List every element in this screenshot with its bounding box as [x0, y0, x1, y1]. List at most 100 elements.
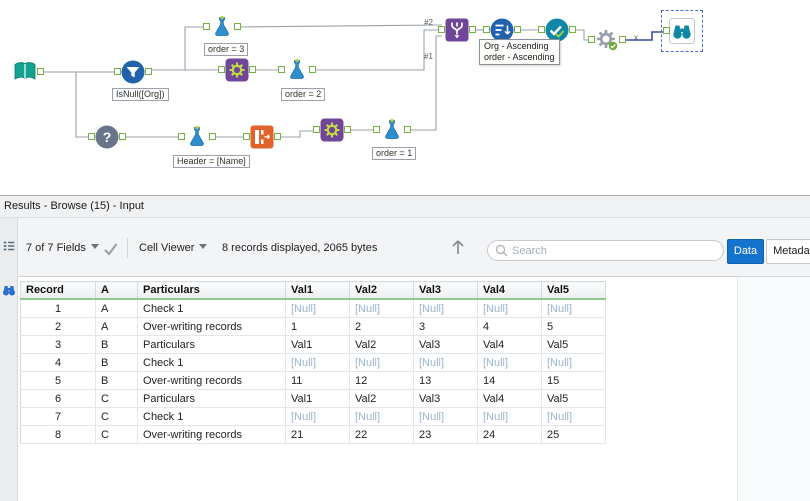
output-anchor[interactable]: [404, 126, 411, 133]
data-cell[interactable]: 22: [349, 425, 414, 444]
data-cell[interactable]: [Null]: [413, 407, 478, 426]
record-number-cell[interactable]: 1: [20, 299, 96, 318]
record-number-cell[interactable]: 6: [20, 389, 96, 408]
output-anchor[interactable]: [514, 26, 521, 33]
record-number-cell[interactable]: 4: [20, 353, 96, 372]
multi-formula-tool-1[interactable]: [218, 57, 256, 83]
data-cell[interactable]: [Null]: [477, 299, 542, 318]
workflow-canvas[interactable]: ? IsNull([Org]) order = 3 order = 2 Head…: [0, 0, 810, 195]
data-cell[interactable]: [Null]: [349, 299, 414, 318]
formula-tool-header[interactable]: [178, 124, 216, 150]
dynamic-rename-tool[interactable]: ?: [88, 124, 126, 150]
data-cell[interactable]: Val2: [349, 389, 414, 408]
output-anchor[interactable]: [209, 133, 216, 140]
cell-viewer-dropdown[interactable]: Cell Viewer: [139, 241, 208, 255]
data-cell[interactable]: [Null]: [541, 407, 606, 426]
grid-view-icon[interactable]: [2, 238, 16, 254]
output-anchor[interactable]: [569, 26, 576, 33]
column-header[interactable]: Val1: [285, 281, 350, 300]
data-cell[interactable]: B: [95, 371, 138, 390]
column-header[interactable]: A: [95, 281, 138, 300]
data-cell[interactable]: 25: [541, 425, 606, 444]
data-cell[interactable]: 13: [413, 371, 478, 390]
data-cell[interactable]: 15: [541, 371, 606, 390]
column-header[interactable]: Record: [20, 281, 96, 300]
data-cell[interactable]: Val4: [477, 335, 542, 354]
apply-check-icon[interactable]: [103, 242, 118, 256]
record-number-cell[interactable]: 7: [20, 407, 96, 426]
data-cell[interactable]: Over-writing records: [137, 371, 286, 390]
column-header[interactable]: Particulars: [137, 281, 286, 300]
output-anchor[interactable]: [469, 26, 476, 33]
fields-dropdown[interactable]: 7 of 7 Fields: [26, 241, 99, 255]
formula-tool-order1[interactable]: [373, 117, 411, 143]
output-anchor[interactable]: [37, 68, 44, 75]
data-cell[interactable]: Check 1: [137, 299, 286, 318]
input-anchor[interactable]: [243, 133, 250, 140]
up-arrow-icon[interactable]: [450, 238, 466, 256]
input-anchor[interactable]: [178, 133, 185, 140]
data-cell[interactable]: Over-writing records: [137, 425, 286, 444]
browse-pane-icon[interactable]: [1, 282, 17, 298]
data-cell[interactable]: [Null]: [349, 353, 414, 372]
data-cell[interactable]: Val5: [541, 335, 606, 354]
record-number-cell[interactable]: 5: [20, 371, 96, 390]
input-anchor[interactable]: [278, 66, 285, 73]
text-to-columns-tool[interactable]: [243, 124, 281, 150]
data-cell[interactable]: 1: [285, 317, 350, 336]
data-cell[interactable]: Val3: [413, 335, 478, 354]
data-cell[interactable]: [Null]: [413, 299, 478, 318]
multi-formula-tool-2[interactable]: [313, 117, 351, 143]
data-cell[interactable]: 11: [285, 371, 350, 390]
output-anchor[interactable]: [309, 66, 316, 73]
input-anchor[interactable]: [203, 23, 210, 30]
input-anchor[interactable]: [538, 26, 545, 33]
column-header[interactable]: Val2: [349, 281, 414, 300]
input-anchor[interactable]: [218, 66, 225, 73]
data-cell[interactable]: B: [95, 335, 138, 354]
input-anchor[interactable]: [663, 27, 670, 34]
data-cell[interactable]: [Null]: [541, 353, 606, 372]
output-anchor[interactable]: [249, 66, 256, 73]
output-anchor[interactable]: [145, 68, 152, 75]
data-cell[interactable]: Val4: [477, 389, 542, 408]
input-anchor[interactable]: [114, 68, 121, 75]
formula-tool-order2[interactable]: [278, 57, 316, 83]
output-anchor[interactable]: [344, 126, 351, 133]
data-cell[interactable]: Check 1: [137, 407, 286, 426]
data-cell[interactable]: 2: [349, 317, 414, 336]
data-cell[interactable]: [Null]: [477, 353, 542, 372]
data-cell[interactable]: Particulars: [137, 389, 286, 408]
column-header[interactable]: Val4: [477, 281, 542, 300]
data-cell[interactable]: [Null]: [285, 299, 350, 318]
data-cell[interactable]: 14: [477, 371, 542, 390]
input-anchor[interactable]: [88, 133, 95, 140]
data-cell[interactable]: [Null]: [285, 407, 350, 426]
data-cell[interactable]: [Null]: [541, 299, 606, 318]
input-anchor[interactable]: [373, 126, 380, 133]
data-cell[interactable]: Check 1: [137, 353, 286, 372]
data-cell[interactable]: B: [95, 353, 138, 372]
record-number-cell[interactable]: 3: [20, 335, 96, 354]
data-cell[interactable]: 21: [285, 425, 350, 444]
data-cell[interactable]: [Null]: [413, 353, 478, 372]
data-tab-button[interactable]: Data: [727, 239, 764, 264]
data-cell[interactable]: 24: [477, 425, 542, 444]
data-cell[interactable]: 23: [413, 425, 478, 444]
data-cell[interactable]: C: [95, 425, 138, 444]
output-anchor[interactable]: [119, 133, 126, 140]
column-header[interactable]: Val3: [413, 281, 478, 300]
filter-tool[interactable]: [114, 59, 152, 85]
output-anchor[interactable]: [619, 36, 626, 43]
data-cell[interactable]: 12: [349, 371, 414, 390]
data-cell[interactable]: [Null]: [349, 407, 414, 426]
union-tool[interactable]: [438, 17, 476, 43]
data-cell[interactable]: [Null]: [477, 407, 542, 426]
data-cell[interactable]: Val1: [285, 335, 350, 354]
input-anchor[interactable]: [438, 26, 445, 33]
record-number-cell[interactable]: 8: [20, 425, 96, 444]
input-anchor[interactable]: [313, 126, 320, 133]
input-anchor[interactable]: [483, 26, 490, 33]
data-cell[interactable]: Val5: [541, 389, 606, 408]
data-cell[interactable]: Val1: [285, 389, 350, 408]
